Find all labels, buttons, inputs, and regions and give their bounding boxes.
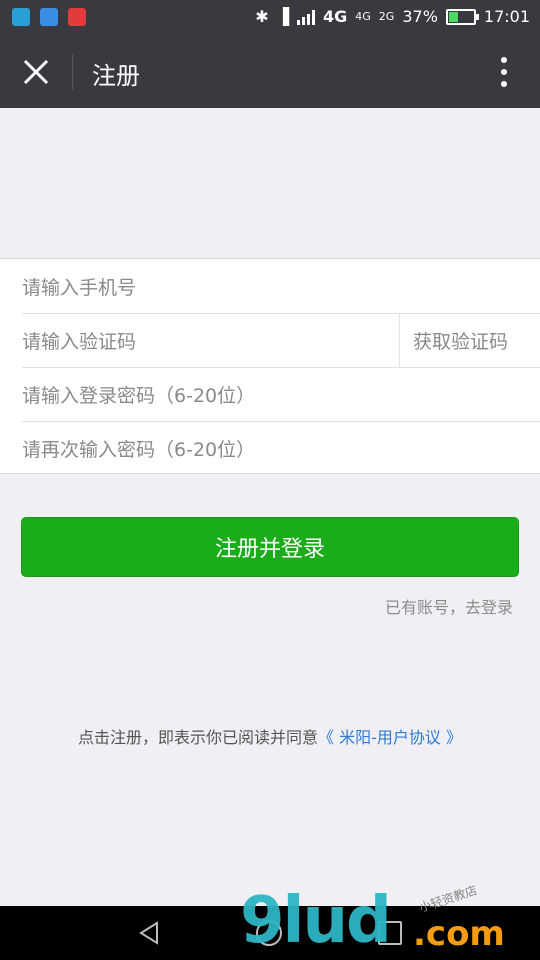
battery-level bbox=[448, 11, 458, 22]
agreement-prefix: 点击注册，即表示你已阅读并同意 bbox=[78, 728, 319, 747]
password-confirm-placeholder: 请再次输入密码（6-20位） bbox=[22, 439, 256, 461]
app-notification-icon bbox=[12, 8, 30, 26]
password-confirm-input[interactable]: 请再次输入密码（6-20位） bbox=[0, 421, 540, 475]
user-agreement-link[interactable]: 《 米阳-用户协议 》 bbox=[318, 728, 462, 747]
agreement-text: 点击注册，即表示你已阅读并同意《 米阳-用户协议 》 bbox=[0, 724, 540, 748]
watermark-logo: 9lud .com 小轻资教店 bbox=[240, 883, 540, 960]
back-icon[interactable] bbox=[136, 920, 162, 946]
status-bar: ✱ ▐ 4G 4G 2G 37% 17:01 bbox=[0, 0, 540, 36]
vibrate-icon: ▐ bbox=[276, 7, 289, 26]
gallery-notification-icon bbox=[40, 8, 58, 26]
phone-placeholder: 请输入手机号 bbox=[22, 277, 137, 299]
register-form: 请输入手机号 请输入验证码 获取验证码 请输入登录密码（6-20位） 请再次输入… bbox=[0, 258, 540, 474]
status-indicators: ✱ ▐ 4G 4G 2G 37% 17:01 bbox=[255, 7, 530, 26]
bluetooth-icon: ✱ bbox=[255, 7, 269, 26]
title-divider bbox=[72, 54, 73, 90]
phone-input[interactable]: 请输入手机号 bbox=[0, 259, 540, 313]
more-dot bbox=[501, 81, 507, 87]
network-type-3: 2G bbox=[378, 10, 395, 23]
title-bar: 注册 bbox=[0, 36, 540, 108]
status-app-icons bbox=[12, 8, 86, 26]
get-code-button[interactable]: 获取验证码 bbox=[399, 313, 540, 367]
huawei-notification-icon bbox=[68, 8, 86, 26]
page-title: 注册 bbox=[92, 62, 140, 90]
password-input[interactable]: 请输入登录密码（6-20位） bbox=[0, 367, 540, 421]
register-login-button[interactable]: 注册并登录 bbox=[21, 517, 519, 577]
battery-icon bbox=[445, 8, 479, 25]
watermark-caption: 小轻资教店 bbox=[417, 883, 479, 915]
code-placeholder: 请输入验证码 bbox=[22, 331, 137, 353]
more-dot bbox=[501, 69, 507, 75]
more-vertical-icon bbox=[501, 57, 507, 63]
more-options-button[interactable] bbox=[486, 54, 522, 90]
watermark-domain: .com bbox=[413, 914, 505, 954]
clock: 17:01 bbox=[483, 7, 530, 26]
go-login-link[interactable]: 已有账号，去登录 bbox=[385, 594, 513, 618]
code-input[interactable]: 请输入验证码 获取验证码 bbox=[0, 313, 540, 367]
close-icon bbox=[23, 59, 49, 85]
watermark-main: 9lud bbox=[240, 884, 392, 958]
signal-icon bbox=[297, 9, 315, 25]
close-button[interactable] bbox=[14, 50, 58, 94]
network-type-2: 4G bbox=[355, 10, 371, 23]
get-code-label: 获取验证码 bbox=[413, 331, 509, 353]
battery-percent: 37% bbox=[402, 7, 438, 26]
password-placeholder: 请输入登录密码（6-20位） bbox=[22, 385, 256, 407]
network-type-1: 4G bbox=[323, 7, 348, 26]
